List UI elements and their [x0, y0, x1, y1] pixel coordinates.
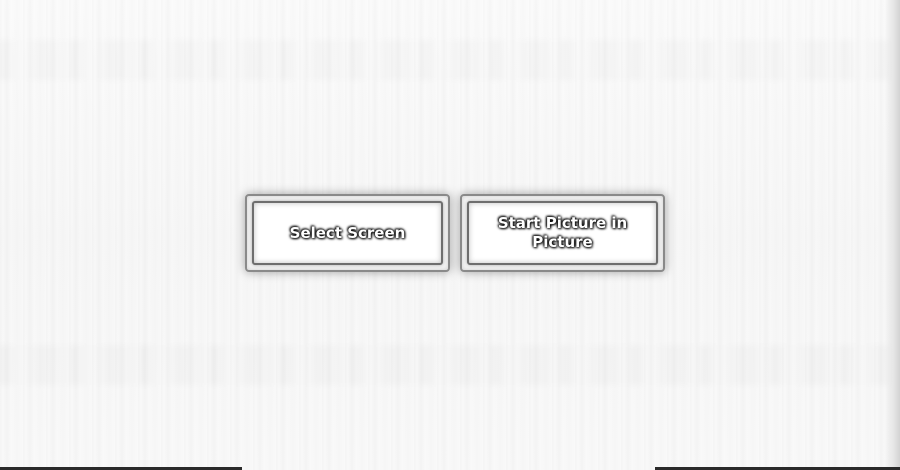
background-texture	[0, 40, 900, 80]
background-texture	[0, 345, 900, 385]
select-screen-label: Select Screen	[289, 223, 406, 242]
start-picture-in-picture-label: Start Picture in Picture	[497, 214, 628, 251]
app-window: Select Screen Start Picture in Picture	[0, 0, 900, 470]
select-screen-button[interactable]: Select Screen	[245, 194, 450, 272]
start-picture-in-picture-button[interactable]: Start Picture in Picture	[460, 194, 665, 272]
action-bar: Select Screen Start Picture in Picture	[245, 194, 665, 272]
start-picture-in-picture-button-face[interactable]: Start Picture in Picture	[467, 201, 658, 265]
window-right-edge	[884, 0, 900, 470]
select-screen-button-face[interactable]: Select Screen	[252, 201, 443, 265]
